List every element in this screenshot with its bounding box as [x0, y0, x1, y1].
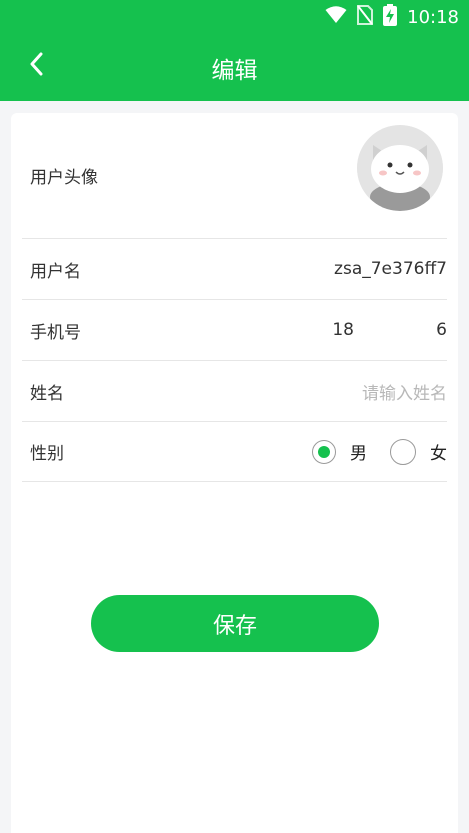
phone-value-end: 6: [436, 320, 447, 340]
battery-charging-icon: [383, 4, 398, 30]
save-button[interactable]: 保存: [91, 595, 379, 652]
phone-label: 手机号: [30, 322, 81, 343]
name-input[interactable]: 请输入姓名: [362, 379, 447, 404]
gender-male-label: 男: [350, 444, 367, 464]
gender-female-radio[interactable]: 女: [390, 438, 447, 465]
gender-label: 性别: [30, 444, 64, 464]
phone-value-start: 18: [332, 320, 354, 340]
gender-radio-group: 男 女: [312, 438, 447, 465]
gender-female-label: 女: [430, 444, 447, 464]
profile-edit-card: 用户头像 用户名 zsa_7e376ff7 手机号 18 6 姓名 请输入姓名 …: [11, 113, 458, 833]
app-header: 10:18 编辑: [0, 0, 469, 101]
radio-checked-icon: [312, 439, 336, 464]
name-row[interactable]: 姓名 请输入姓名: [22, 361, 447, 422]
username-value: zsa_7e376ff7: [334, 259, 447, 279]
status-time: 10:18: [407, 6, 459, 28]
cat-avatar-icon: [357, 125, 443, 211]
no-sim-icon: [357, 5, 374, 29]
wifi-icon: [325, 6, 347, 28]
phone-row[interactable]: 手机号 18 6: [22, 300, 447, 361]
name-label: 姓名: [30, 383, 64, 404]
username-row: 用户名 zsa_7e376ff7: [22, 239, 447, 300]
navigation-bar: 编辑: [0, 34, 469, 98]
username-label: 用户名: [30, 261, 81, 282]
radio-unchecked-icon: [390, 438, 416, 465]
gender-row: 性别 男 女: [22, 422, 447, 482]
status-bar: 10:18: [325, 4, 459, 30]
page-title: 编辑: [211, 58, 258, 84]
gender-male-radio[interactable]: 男: [312, 439, 367, 464]
avatar[interactable]: [357, 125, 443, 211]
avatar-row[interactable]: 用户头像: [22, 113, 447, 239]
avatar-label: 用户头像: [30, 168, 98, 188]
